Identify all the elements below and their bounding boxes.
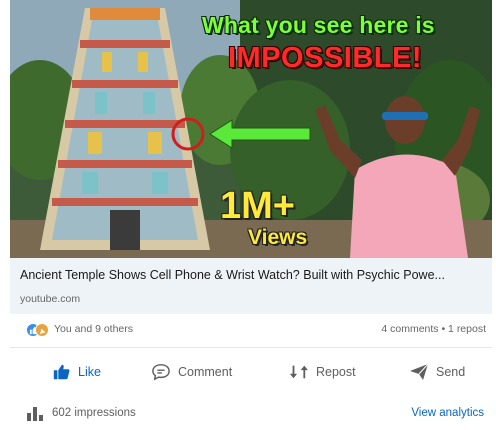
link-source: youtube.com [20, 293, 81, 305]
thumbnail-views-count: 1M+ [220, 185, 295, 227]
comment-label: Comment [178, 365, 233, 379]
post-card: What you see here is IMPOSSIBLE! 1M+ Vie… [10, 0, 492, 430]
post-footer: 602 impressions View analytics [10, 394, 492, 430]
send-label: Send [436, 365, 466, 379]
repost-button[interactable]: Repost [288, 358, 356, 386]
celebrate-reaction-icon [35, 323, 49, 337]
repost-icon [288, 361, 310, 383]
thumbnail-views-label: Views [248, 226, 308, 249]
send-button[interactable]: Send [408, 358, 465, 386]
like-label: Like [78, 365, 101, 379]
comment-icon [150, 361, 172, 383]
view-analytics-link[interactable]: View analytics [411, 407, 484, 419]
like-button[interactable]: Like [50, 358, 101, 386]
social-counts-bar: You and 9 others 4 comments • 1 repost [10, 314, 492, 348]
impressions-count: 602 impressions [52, 407, 136, 419]
thumbnail-headline-top: What you see here is [202, 12, 435, 38]
comments-reposts-count[interactable]: 4 comments • 1 repost [381, 323, 486, 335]
comment-button[interactable]: Comment [150, 358, 232, 386]
thumbs-up-icon [50, 361, 72, 383]
repost-label: Repost [316, 365, 356, 379]
link-title[interactable]: Ancient Temple Shows Cell Phone & Wrist … [20, 268, 445, 282]
post-actions: Like Comment Repost Send [10, 350, 492, 394]
bar-chart-icon [26, 405, 46, 426]
reaction-icons[interactable] [26, 323, 50, 337]
send-icon [408, 361, 430, 383]
link-preview[interactable]: Ancient Temple Shows Cell Phone & Wrist … [10, 258, 492, 314]
video-thumbnail[interactable]: What you see here is IMPOSSIBLE! 1M+ Vie… [10, 0, 492, 258]
thumbnail-headline-bottom: IMPOSSIBLE! [228, 42, 423, 74]
reactions-summary[interactable]: You and 9 others [54, 323, 133, 335]
